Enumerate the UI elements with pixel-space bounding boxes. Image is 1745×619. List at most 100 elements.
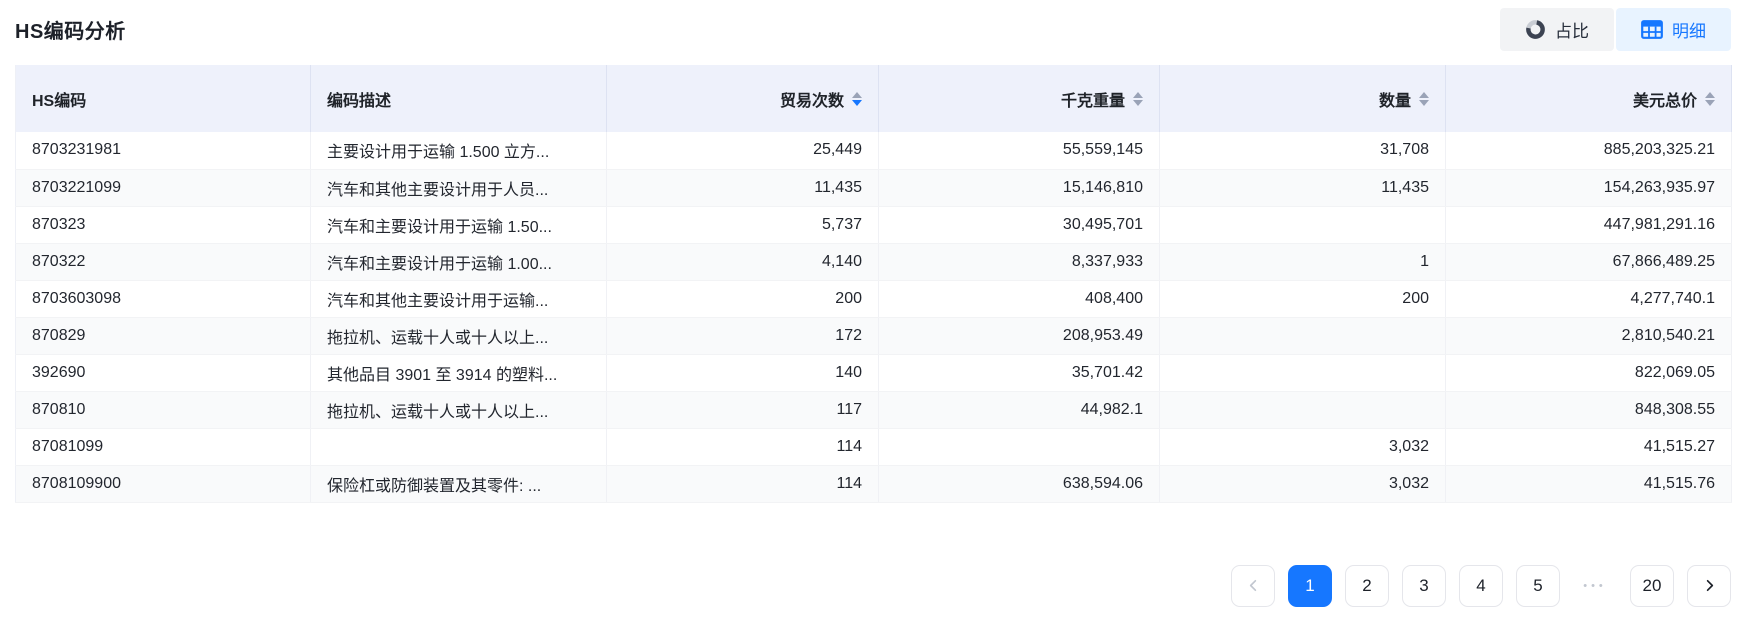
pagination-ellipsis[interactable]: ••• — [1573, 565, 1617, 607]
sort-caret-up-icon — [852, 92, 862, 98]
hs-code-table: HS编码 编码描述 贸易次数 千克重量 数量 美元总价 8703231981主要设计用于运… — [15, 65, 1732, 503]
cell-hs-code: 870323 — [16, 206, 311, 243]
cell-description: 汽车和其他主要设计用于人员... — [311, 169, 607, 206]
sort-caret-up-icon — [1133, 92, 1143, 98]
cell-trade-count: 114 — [607, 428, 879, 465]
cell-trade-count: 140 — [607, 354, 879, 391]
sort-icon-trade-count[interactable] — [852, 92, 862, 106]
cell-description: 拖拉机、运载十人或十人以上... — [311, 391, 607, 428]
cell-kg-weight: 408,400 — [879, 280, 1160, 317]
sort-caret-down-icon — [852, 100, 862, 106]
cell-kg-weight: 55,559,145 — [879, 132, 1160, 169]
cell-trade-count: 11,435 — [607, 169, 879, 206]
cell-usd-total: 4,277,740.1 — [1446, 280, 1732, 317]
cell-quantity — [1160, 206, 1446, 243]
table-row: 8703221099汽车和其他主要设计用于人员...11,43515,146,8… — [16, 169, 1732, 206]
cell-hs-code: 8703231981 — [16, 132, 311, 169]
column-header-usd-total[interactable]: 美元总价 — [1446, 65, 1732, 132]
table-row: 870810拖拉机、运载十人或十人以上...11744,982.1848,308… — [16, 391, 1732, 428]
cell-trade-count: 114 — [607, 465, 879, 502]
cell-quantity — [1160, 391, 1446, 428]
cell-kg-weight — [879, 428, 1160, 465]
column-header-trade-count[interactable]: 贸易次数 — [607, 65, 879, 132]
table-header-row: HS编码 编码描述 贸易次数 千克重量 数量 美元总价 — [16, 65, 1732, 132]
column-header-kg-weight[interactable]: 千克重量 — [879, 65, 1160, 132]
chevron-right-icon — [1702, 578, 1717, 593]
cell-kg-weight: 208,953.49 — [879, 317, 1160, 354]
cell-description: 其他品目 3901 至 3914 的塑料... — [311, 354, 607, 391]
cell-quantity: 1 — [1160, 243, 1446, 280]
cell-hs-code: 870810 — [16, 391, 311, 428]
donut-chart-icon — [1525, 19, 1546, 40]
column-label-quantity: 数量 — [1379, 87, 1411, 111]
cell-quantity: 3,032 — [1160, 428, 1446, 465]
cell-quantity — [1160, 317, 1446, 354]
cell-description: 汽车和主要设计用于运输 1.00... — [311, 243, 607, 280]
next-page-button[interactable] — [1687, 565, 1731, 607]
cell-description: 保险杠或防御装置及其零件: ... — [311, 465, 607, 502]
table-row: 392690其他品目 3901 至 3914 的塑料...14035,701.4… — [16, 354, 1732, 391]
cell-hs-code: 8703221099 — [16, 169, 311, 206]
chevron-left-icon — [1246, 578, 1261, 593]
sort-caret-down-icon — [1705, 100, 1715, 106]
page-button-4[interactable]: 4 — [1459, 565, 1503, 607]
cell-kg-weight: 8,337,933 — [879, 243, 1160, 280]
sort-caret-down-icon — [1419, 100, 1429, 106]
detail-button-label: 明细 — [1672, 17, 1706, 42]
table-body: 8703231981主要设计用于运输 1.500 立方...25,44955,5… — [16, 132, 1732, 502]
table-row: 870323汽车和主要设计用于运输 1.50...5,73730,495,701… — [16, 206, 1732, 243]
cell-trade-count: 117 — [607, 391, 879, 428]
table-row: 8708109900保险杠或防御装置及其零件: ...114638,594.06… — [16, 465, 1732, 502]
cell-hs-code: 8703603098 — [16, 280, 311, 317]
cell-trade-count: 25,449 — [607, 132, 879, 169]
cell-usd-total: 154,263,935.97 — [1446, 169, 1732, 206]
column-label-kg-weight: 千克重量 — [1061, 87, 1125, 111]
cell-description — [311, 428, 607, 465]
sort-caret-down-icon — [1133, 100, 1143, 106]
cell-usd-total: 447,981,291.16 — [1446, 206, 1732, 243]
column-label-trade-count: 贸易次数 — [780, 87, 844, 111]
page-button-1[interactable]: 1 — [1288, 565, 1332, 607]
table-row: 870810991143,03241,515.27 — [16, 428, 1732, 465]
column-header-hs-code: HS编码 — [16, 65, 311, 132]
pagination: 12345 ••• 20 — [15, 565, 1731, 607]
table-icon — [1641, 20, 1663, 39]
cell-kg-weight: 35,701.42 — [879, 354, 1160, 391]
column-header-quantity[interactable]: 数量 — [1160, 65, 1446, 132]
hs-code-analysis-panel: HS编码分析 占比 — [0, 7, 1745, 607]
column-label-hs-code: HS编码 — [32, 87, 86, 111]
cell-description: 拖拉机、运载十人或十人以上... — [311, 317, 607, 354]
page-button-2[interactable]: 2 — [1345, 565, 1389, 607]
proportion-view-button[interactable]: 占比 — [1500, 8, 1614, 51]
proportion-button-label: 占比 — [1555, 17, 1589, 42]
page-button-20[interactable]: 20 — [1630, 565, 1674, 607]
cell-usd-total: 67,866,489.25 — [1446, 243, 1732, 280]
prev-page-button — [1231, 565, 1275, 607]
cell-kg-weight: 15,146,810 — [879, 169, 1160, 206]
header-bar: HS编码分析 占比 — [15, 7, 1731, 51]
sort-icon-kg-weight[interactable] — [1133, 92, 1143, 106]
column-header-description: 编码描述 — [311, 65, 607, 132]
page-button-5[interactable]: 5 — [1516, 565, 1560, 607]
cell-usd-total: 41,515.27 — [1446, 428, 1732, 465]
cell-hs-code: 8708109900 — [16, 465, 311, 502]
cell-usd-total: 885,203,325.21 — [1446, 132, 1732, 169]
sort-icon-quantity[interactable] — [1419, 92, 1429, 106]
detail-view-button[interactable]: 明细 — [1616, 8, 1731, 51]
table-row: 8703231981主要设计用于运输 1.500 立方...25,44955,5… — [16, 132, 1732, 169]
cell-usd-total: 2,810,540.21 — [1446, 317, 1732, 354]
column-label-usd-total: 美元总价 — [1633, 87, 1697, 111]
cell-trade-count: 172 — [607, 317, 879, 354]
page-title: HS编码分析 — [15, 15, 126, 44]
cell-kg-weight: 30,495,701 — [879, 206, 1160, 243]
sort-icon-usd-total[interactable] — [1705, 92, 1715, 106]
cell-quantity: 11,435 — [1160, 169, 1446, 206]
cell-trade-count: 5,737 — [607, 206, 879, 243]
page-button-3[interactable]: 3 — [1402, 565, 1446, 607]
cell-trade-count: 4,140 — [607, 243, 879, 280]
cell-usd-total: 41,515.76 — [1446, 465, 1732, 502]
cell-quantity — [1160, 354, 1446, 391]
cell-kg-weight: 44,982.1 — [879, 391, 1160, 428]
view-toggle-group: 占比 明细 — [1500, 8, 1731, 51]
sort-caret-up-icon — [1419, 92, 1429, 98]
